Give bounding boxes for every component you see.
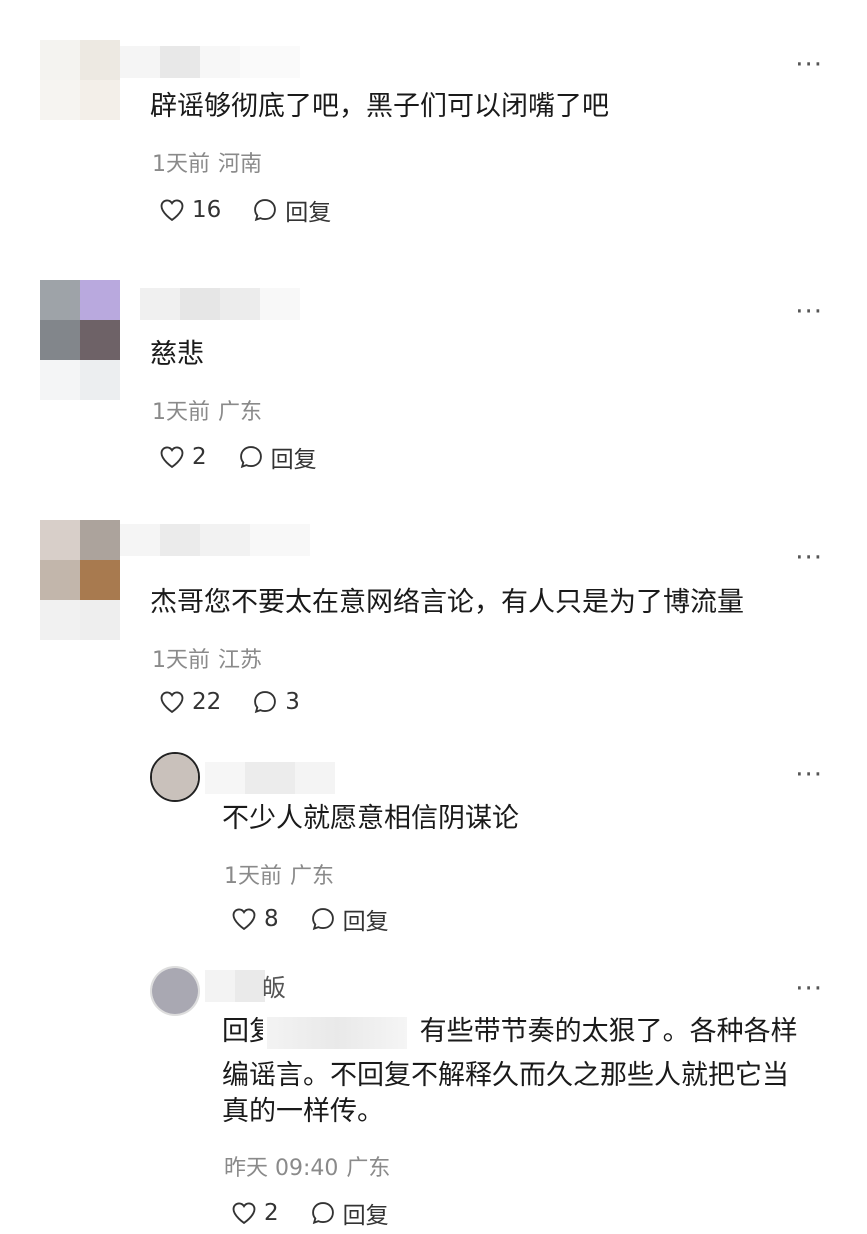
like-button[interactable]: 22	[158, 688, 221, 716]
reply-label: 回复	[285, 200, 332, 226]
username-blurred[interactable]	[205, 762, 335, 794]
reply-button[interactable]: 回复	[309, 1196, 389, 1230]
reply-text-line1: 有些带节奏的太狠了。各种各样	[419, 1016, 798, 1047]
reply-button[interactable]: 回复	[251, 193, 331, 227]
like-button[interactable]: 8	[230, 905, 279, 933]
reply-time: 昨天 09:40	[224, 1156, 339, 1181]
like-button[interactable]: 2	[158, 443, 207, 471]
username-blurred[interactable]	[120, 524, 310, 556]
comment-location: 河南	[218, 152, 263, 177]
speech-bubble-icon	[254, 691, 277, 714]
replies-button[interactable]: 3	[251, 688, 300, 716]
like-count: 2	[192, 444, 207, 470]
username-suffix[interactable]: 皈	[262, 968, 286, 1003]
speech-bubble-icon	[239, 446, 262, 469]
like-button[interactable]: 16	[158, 196, 221, 224]
reply-label: 回复	[342, 1203, 389, 1229]
reply-button[interactable]: 回复	[237, 440, 317, 474]
comment-actions: 22 3	[158, 688, 330, 716]
avatar[interactable]	[40, 280, 120, 400]
comment-time: 1天前	[152, 400, 210, 425]
reply-text-line3: 真的一样传。	[222, 1096, 384, 1127]
heart-outline-icon	[232, 1202, 256, 1225]
reply-location: 广东	[290, 864, 335, 889]
avatar[interactable]	[40, 520, 120, 640]
comment-location: 广东	[218, 400, 263, 425]
comment-location: 江苏	[218, 648, 263, 673]
heart-outline-icon	[160, 199, 184, 222]
username-blurred[interactable]	[120, 46, 300, 78]
more-options-button[interactable]: ···	[795, 545, 823, 571]
comment-actions: 16 回复	[158, 193, 361, 227]
reply-label: 回复	[342, 909, 389, 935]
avatar[interactable]	[150, 752, 200, 802]
username-blurred[interactable]	[205, 970, 265, 1002]
more-options-button[interactable]: ···	[795, 299, 823, 325]
more-options-button[interactable]: ···	[795, 52, 823, 78]
reply-location: 广东	[346, 1156, 391, 1181]
comment-text: 杰哥您不要太在意网络言论，有人只是为了博流量	[150, 587, 744, 618]
avatar[interactable]	[40, 40, 120, 120]
replies-count: 3	[285, 689, 300, 715]
like-count: 22	[192, 689, 222, 715]
reply-prefix: 回	[222, 1016, 249, 1047]
heart-outline-icon	[232, 908, 256, 931]
speech-bubble-icon	[311, 1202, 334, 1225]
like-button[interactable]: 2	[230, 1199, 279, 1227]
reply-actions: 8 回复	[230, 902, 419, 936]
reply-prefix-partial: 复	[249, 1016, 263, 1047]
speech-bubble-icon	[311, 908, 334, 931]
comment-meta: 1天前 河南	[152, 146, 262, 178]
comment-time: 1天前	[152, 152, 210, 177]
username-blurred[interactable]	[140, 288, 300, 320]
reply-time: 1天前	[224, 864, 282, 889]
heart-outline-icon	[160, 691, 184, 714]
reply-text: 回复 有些带节奏的太狠了。各种各样	[222, 1010, 798, 1054]
comment-text: 慈悲	[150, 339, 204, 370]
reply-text: 不少人就愿意相信阴谋论	[222, 803, 519, 834]
comment-text: 辟谣够彻底了吧，黑子们可以闭嘴了吧	[150, 91, 609, 122]
reply-label: 回复	[270, 447, 317, 473]
like-count: 8	[264, 906, 279, 932]
like-count: 2	[264, 1200, 279, 1226]
reply-actions: 2 回复	[230, 1196, 419, 1230]
comment-actions: 2 回复	[158, 440, 347, 474]
more-options-button[interactable]: ···	[795, 762, 823, 788]
reply-button[interactable]: 回复	[309, 902, 389, 936]
comment-time: 1天前	[152, 648, 210, 673]
heart-outline-icon	[160, 446, 184, 469]
like-count: 16	[192, 197, 222, 223]
more-options-button[interactable]: ···	[795, 976, 823, 1002]
reply-meta: 昨天 09:40 广东	[224, 1150, 390, 1182]
speech-bubble-icon	[254, 199, 277, 222]
reply-meta: 1天前 广东	[224, 858, 334, 890]
comment-meta: 1天前 广东	[152, 394, 262, 426]
avatar[interactable]	[150, 966, 200, 1016]
comment-meta: 1天前 江苏	[152, 642, 262, 674]
reply-target-blurred[interactable]	[267, 1016, 407, 1049]
